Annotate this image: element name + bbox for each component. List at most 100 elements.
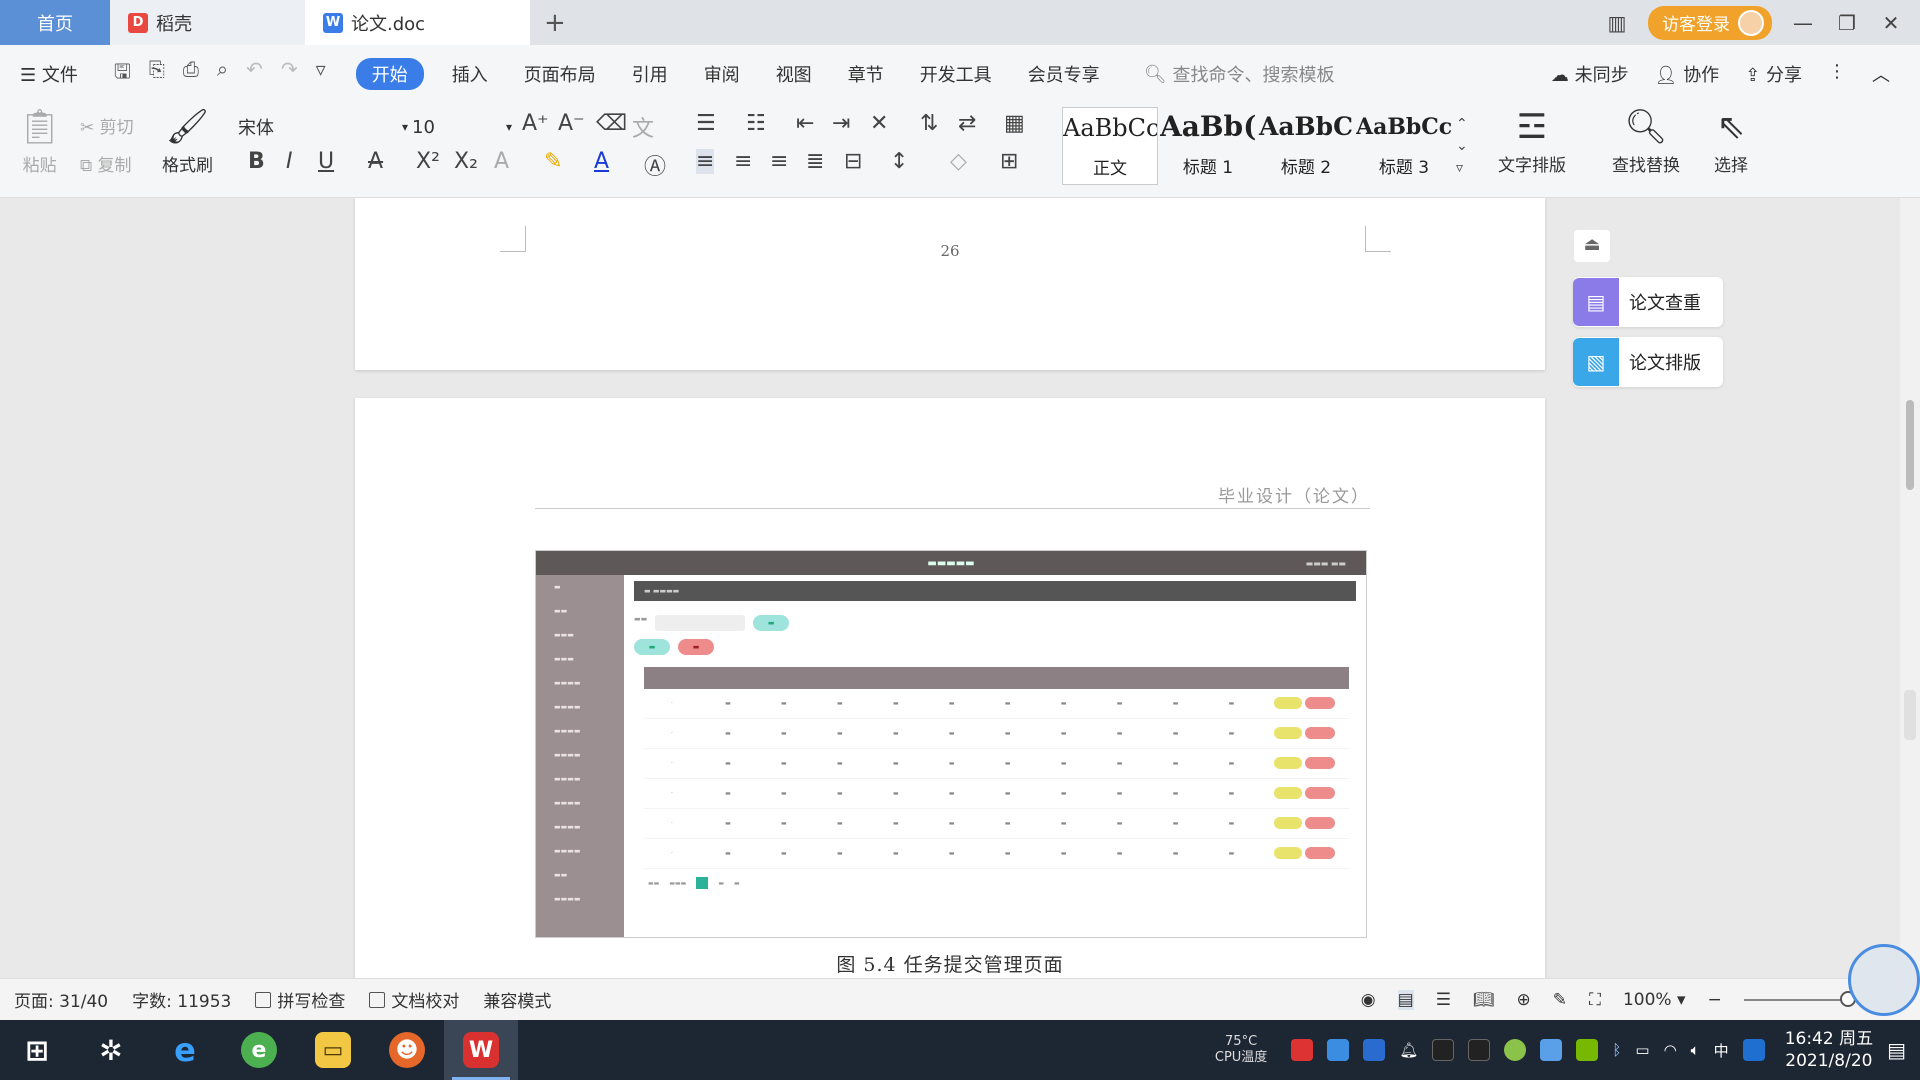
distribute-icon[interactable]: ⊟ — [844, 149, 862, 174]
guest-login-button[interactable]: 访客登录 — [1648, 5, 1772, 40]
zoom-out-icon[interactable]: − — [1708, 990, 1722, 1010]
minimize-icon[interactable]: — — [1790, 11, 1816, 35]
tab-reference[interactable]: 引用 — [632, 61, 668, 87]
style-heading-3[interactable]: AaBbCcI 标题 3 — [1356, 107, 1452, 185]
tray-search-app-icon[interactable] — [1742, 1039, 1765, 1061]
tab-member[interactable]: 会员专享 — [1028, 61, 1100, 87]
superscript-icon[interactable]: X² — [416, 149, 440, 174]
tab-developer[interactable]: 开发工具 — [920, 61, 992, 87]
font-name-select[interactable]: 宋体 ▾ — [238, 113, 408, 141]
layout-toggle-icon[interactable]: ▥ — [1604, 11, 1630, 35]
style-heading-1[interactable]: AaBb( 标题 1 — [1160, 107, 1256, 185]
redo-icon[interactable]: ↷ — [281, 57, 298, 91]
tray-green-icon[interactable] — [1504, 1039, 1527, 1061]
cut-button[interactable]: ✂ 剪切 — [80, 113, 134, 138]
share-button[interactable]: ⇪ 分享 — [1745, 61, 1802, 87]
print-icon[interactable]: ⎙ — [183, 57, 199, 91]
side-panel-collapse-icon[interactable]: ⏏ — [1574, 230, 1610, 262]
taskbar-ie[interactable]: e — [148, 1020, 222, 1080]
page-indicator[interactable]: 页面: 31/40 — [14, 987, 108, 1012]
battery-icon[interactable]: ▭ — [1635, 1041, 1649, 1059]
undo-icon[interactable]: ↶ — [246, 57, 263, 91]
tray-app-icon[interactable] — [1291, 1039, 1314, 1061]
tray-blue-icon[interactable] — [1540, 1039, 1563, 1061]
increase-indent-icon[interactable]: ⇥ — [832, 111, 850, 136]
subscript-icon[interactable]: X₂ — [454, 149, 478, 174]
fit-page-icon[interactable]: ⛶ — [1589, 990, 1601, 1010]
align-center-icon[interactable]: ≡ — [734, 149, 752, 174]
tab-daoke[interactable]: D 稻壳 — [110, 0, 305, 45]
ruler-icon[interactable]: ▦ — [1004, 111, 1025, 136]
web-view-icon[interactable]: ⊕ — [1517, 990, 1531, 1010]
thesis-check-button[interactable]: ▤ 论文查重 — [1573, 277, 1723, 327]
action-center-icon[interactable]: ▤ — [1887, 1038, 1906, 1062]
grow-font-icon[interactable]: A⁺ — [522, 111, 549, 136]
thesis-layout-button[interactable]: ▧ 论文排版 — [1573, 337, 1723, 387]
assistant-avatar[interactable] — [1848, 944, 1920, 1016]
copy-button[interactable]: ⧉ 复制 — [80, 151, 132, 176]
collapse-ribbon-icon[interactable]: ︿ — [1872, 61, 1890, 87]
bold-icon[interactable]: B — [248, 149, 265, 174]
select-button[interactable]: ⇖ 选择 — [1714, 107, 1748, 176]
clear-format-icon[interactable]: ⌫ — [596, 111, 627, 136]
sort-icon[interactable]: ⇅ — [920, 111, 938, 136]
highlight-icon[interactable]: ✎ — [544, 149, 562, 174]
format-painter-button[interactable]: 🖌︎ 格式刷 — [162, 107, 213, 176]
underline-icon[interactable]: U — [318, 149, 334, 174]
borders-icon[interactable]: ⊞ — [1000, 149, 1018, 174]
phonetic-icon[interactable]: 文 — [632, 111, 654, 143]
taskbar-360-browser[interactable]: e — [222, 1020, 296, 1080]
sync-button[interactable]: ☁ 未同步 — [1551, 61, 1629, 87]
zoom-level[interactable]: 100% ▾ — [1623, 990, 1686, 1010]
taskbar-app-ninja[interactable]: ☻ — [370, 1020, 444, 1080]
chinese-layout-icon[interactable]: ✕ — [870, 111, 888, 136]
italic-icon[interactable]: I — [286, 149, 293, 174]
close-icon[interactable]: ✕ — [1878, 11, 1904, 35]
vertical-scrollbar[interactable] — [1900, 198, 1920, 978]
numbered-list-icon[interactable]: ☷ — [746, 111, 766, 136]
system-clock[interactable]: 16:42 周五 2021/8/20 — [1785, 1028, 1873, 1072]
new-tab-button[interactable]: + — [530, 0, 580, 45]
read-view-icon[interactable]: 📖︎ — [1473, 990, 1495, 1010]
paste-button[interactable]: 📋︎ 粘贴 — [18, 107, 61, 176]
taskbar-file-explorer[interactable]: ▭ — [296, 1020, 370, 1080]
wifi-icon[interactable]: ◠ — [1664, 1041, 1677, 1059]
cpu-temp-widget[interactable]: 75°C CPU温度 — [1215, 1034, 1267, 1066]
tray-qq-icon[interactable] — [1432, 1039, 1455, 1061]
page-view-icon[interactable]: ▤ — [1397, 990, 1414, 1010]
tab-view[interactable]: 视图 — [776, 61, 812, 87]
taskbar-app-fan[interactable]: ✲ — [74, 1020, 148, 1080]
find-replace-button[interactable]: 🔍︎ 查找替换 — [1612, 107, 1680, 176]
notification-bell-icon[interactable]: 🔔︎ — [1399, 1041, 1418, 1059]
char-border-icon[interactable]: Ⓐ — [644, 149, 666, 181]
style-heading-2[interactable]: AaBbC 标题 2 — [1258, 107, 1354, 185]
more-quick-icon[interactable]: ▿ — [316, 57, 326, 91]
tray-network-app-icon[interactable] — [1327, 1039, 1350, 1061]
justify-icon[interactable]: ≣ — [806, 149, 824, 174]
tab-review[interactable]: 审阅 — [704, 61, 740, 87]
command-search[interactable]: 🔍︎ 查找命令、搜索模板 — [1144, 61, 1335, 87]
shrink-font-icon[interactable]: A⁻ — [558, 111, 585, 136]
line-spacing-icon[interactable]: ↕ — [890, 149, 908, 174]
nvidia-icon[interactable] — [1576, 1039, 1599, 1061]
tray-shield-icon[interactable] — [1363, 1039, 1386, 1061]
tab-document[interactable]: W 论文.doc — [305, 0, 530, 45]
restore-icon[interactable]: ❐ — [1834, 11, 1860, 35]
tab-home[interactable]: 首页 — [0, 0, 110, 45]
write-view-icon[interactable]: ✎ — [1553, 990, 1567, 1010]
strikethrough-icon[interactable]: A — [368, 149, 383, 174]
taskbar-wps[interactable]: W — [444, 1020, 518, 1080]
shading-icon[interactable]: ◇ — [950, 149, 967, 174]
start-button[interactable]: ⊞ — [0, 1020, 74, 1080]
text-direction-icon[interactable]: ⇄ — [958, 111, 976, 136]
align-left-icon[interactable]: ≡ — [696, 149, 715, 174]
bullet-list-icon[interactable]: ☰ — [696, 111, 716, 136]
font-size-select[interactable]: 10 ▾ — [412, 113, 512, 141]
spell-check-toggle[interactable]: 拼写检查 — [255, 987, 345, 1012]
figure-screenshot[interactable]: ▬▬▬▬▬ ▬▬▬ ▬▬ ▬ ▬▬ ▬▬▬ ▬▬▬ ▬▬▬▬ ▬▬▬▬ ▬▬▬▬ ▬▬▬▬ ▬… — [535, 550, 1367, 938]
ime-indicator[interactable]: 中 — [1714, 1040, 1729, 1061]
tab-chapter[interactable]: 章节 — [848, 61, 884, 87]
outline-view-icon[interactable]: ☰ — [1436, 990, 1451, 1010]
export-icon[interactable]: ⎘ — [149, 57, 165, 91]
tab-page-layout[interactable]: 页面布局 — [524, 61, 596, 87]
